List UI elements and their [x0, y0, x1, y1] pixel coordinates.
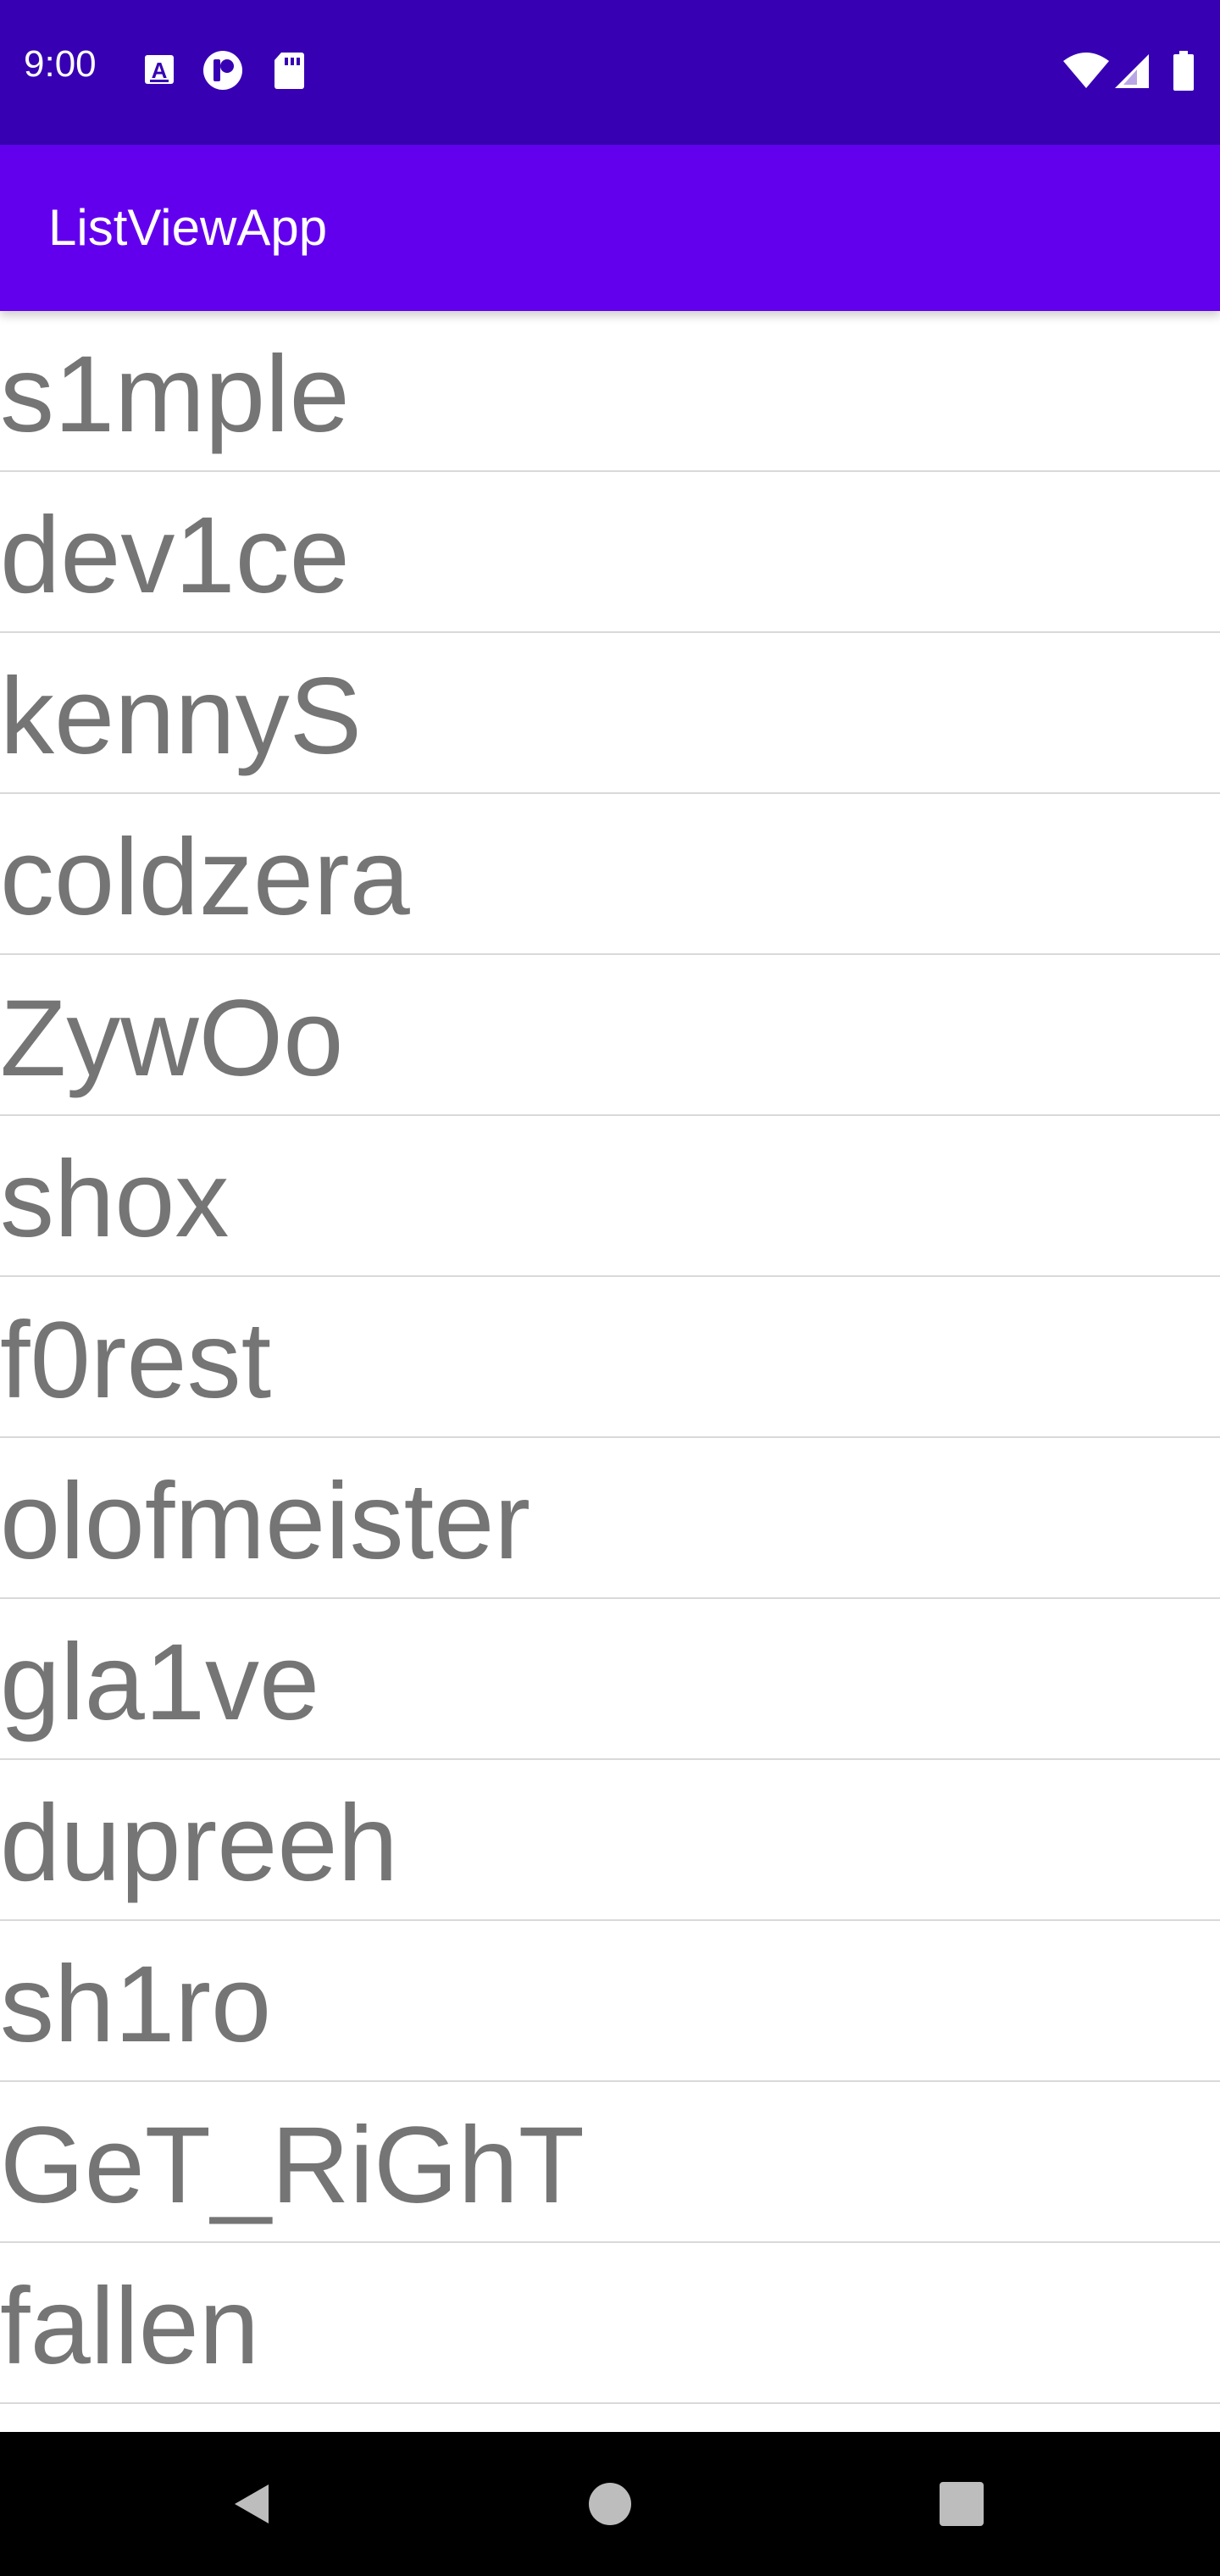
- status-time: 9:00: [24, 43, 97, 85]
- list-item[interactable]: dupreeh: [0, 1760, 1220, 1921]
- list-item[interactable]: olofmeister: [0, 1438, 1220, 1599]
- list-item[interactable]: fallen: [0, 2243, 1220, 2404]
- list-item-label: olofmeister: [0, 1461, 530, 1582]
- list-item-label: kennyS: [0, 656, 362, 777]
- list-item-label: fallen: [0, 2266, 259, 2387]
- list-item[interactable]: ZywOo: [0, 955, 1220, 1116]
- svg-text:A: A: [152, 58, 168, 83]
- list-item[interactable]: gla1ve: [0, 1599, 1220, 1760]
- list-item-label: sh1ro: [0, 1944, 272, 2065]
- list-item[interactable]: kennyS: [0, 633, 1220, 794]
- list-item-label: f0rest: [0, 1300, 272, 1421]
- app-title: ListViewApp: [48, 199, 328, 256]
- list-item[interactable]: GeT_RiGhT: [0, 2082, 1220, 2243]
- list-item-label: dupreeh: [0, 1783, 398, 1904]
- app-bar: ListViewApp: [0, 145, 1220, 311]
- wifi-icon: [1062, 53, 1110, 90]
- font-a-icon: A: [142, 53, 176, 86]
- list-item-label: shox: [0, 1139, 230, 1260]
- list-item-label: coldzera: [0, 817, 410, 938]
- list-item-label: GeT_RiGhT: [0, 2105, 585, 2226]
- list-item-label: gla1ve: [0, 1622, 320, 1743]
- player-list[interactable]: s1mple dev1ce kennyS coldzera ZywOo shox…: [0, 311, 1220, 2432]
- recents-icon[interactable]: [923, 2466, 1000, 2542]
- list-item-label: ZywOo: [0, 978, 344, 1099]
- cell-signal-icon: [1113, 53, 1151, 90]
- list-item[interactable]: f0rest: [0, 1277, 1220, 1438]
- list-item[interactable]: shox: [0, 1116, 1220, 1277]
- navigation-bar: [0, 2432, 1220, 2576]
- battery-icon: [1173, 51, 1195, 92]
- screen: 9:00 A ListViewApp s1mple dev1ce kennyS …: [0, 0, 1220, 2576]
- media-icon: [202, 49, 244, 92]
- list-item[interactable]: coldzera: [0, 794, 1220, 955]
- list-item-label: dev1ce: [0, 495, 350, 616]
- list-item-label: s1mple: [0, 334, 350, 455]
- sd-card-icon: [273, 51, 305, 90]
- status-bar: 9:00 A: [0, 0, 1220, 145]
- list-item[interactable]: sh1ro: [0, 1921, 1220, 2082]
- list-item[interactable]: s1mple: [0, 311, 1220, 472]
- list-item[interactable]: dev1ce: [0, 472, 1220, 633]
- back-icon[interactable]: [216, 2466, 292, 2542]
- home-icon[interactable]: [572, 2466, 648, 2542]
